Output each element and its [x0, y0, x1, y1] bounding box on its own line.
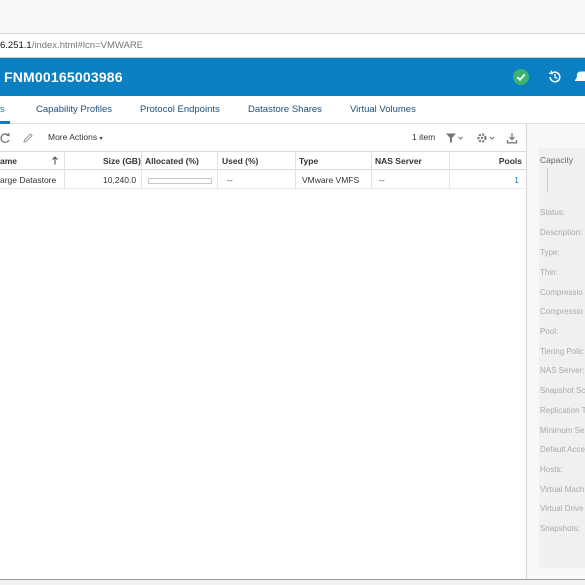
tab-datastore-shares[interactable]: Datastore Shares: [248, 104, 322, 115]
settings-icon[interactable]: [476, 131, 496, 149]
cell-size: 10,240.0: [103, 175, 137, 185]
notifications-icon[interactable]: [574, 69, 585, 85]
item-count: 1 item: [412, 132, 436, 142]
app-header: FNM00165003986: [0, 58, 585, 96]
cell-pools-link[interactable]: 1: [514, 175, 519, 185]
window-bottom-border: [0, 579, 585, 585]
tab-bar: s Capability Profiles Protocol Endpoints…: [0, 96, 585, 124]
edit-icon[interactable]: [22, 131, 34, 149]
detail-snapshots-label: Snapshots:: [540, 524, 581, 533]
page-title: FNM00165003986: [4, 69, 123, 85]
detail-nas-server-label: NAS Server:: [540, 366, 585, 375]
url-text[interactable]: 6.251.1/index.html#lcn=VMWARE: [0, 40, 143, 51]
chevron-down-icon: ▾: [99, 136, 103, 142]
col-header-used[interactable]: Used (%): [222, 156, 258, 166]
detail-tiering-policy-label: Tiering Polic: [540, 347, 584, 356]
table-row[interactable]: arge Datastore 10,240.0 -- VMware VMFS -…: [0, 170, 526, 189]
detail-thin-label: Thin:: [540, 268, 558, 277]
tab-datastores[interactable]: s: [0, 104, 5, 115]
detail-status-label: Status:: [540, 208, 565, 217]
url-host: 6.251.1: [0, 40, 32, 51]
allocated-progress-bar: [148, 178, 212, 184]
detail-compression-savings-label: Compressio: [540, 307, 583, 316]
detail-description-label: Description:: [540, 228, 583, 237]
cell-used: --: [227, 175, 233, 185]
detail-default-access-label: Default Acce: [540, 445, 585, 454]
status-ok-icon[interactable]: [513, 69, 529, 85]
table-body-empty-area: [0, 189, 526, 579]
tab-virtual-volumes[interactable]: Virtual Volumes: [350, 104, 416, 115]
capacity-label: Capacity: [540, 155, 574, 165]
detail-hosts-label: Hosts:: [540, 465, 563, 474]
refresh-icon[interactable]: [0, 131, 11, 149]
detail-compression-label: Compressio: [540, 288, 583, 297]
sort-ascending-icon[interactable]: [51, 156, 59, 167]
table-toolbar: More Actions ▾ 1 item: [0, 124, 526, 151]
col-header-size[interactable]: Size (GB): [103, 156, 141, 166]
capacity-chart-placeholder: [547, 168, 548, 192]
table-header: ame Size (GB) Allocated (%) Used (%) Typ…: [0, 151, 526, 190]
col-header-allocated[interactable]: Allocated (%): [145, 156, 199, 166]
col-header-name[interactable]: ame: [0, 156, 17, 166]
details-panel: Capacity Status: Description: Type: Thin…: [527, 124, 585, 579]
tab-protocol-endpoints[interactable]: Protocol Endpoints: [140, 104, 220, 115]
more-actions-label: More Actions: [48, 132, 98, 142]
cell-nas-server: --: [379, 175, 385, 185]
tab-capability-profiles[interactable]: Capability Profiles: [36, 104, 112, 115]
more-actions-menu[interactable]: More Actions ▾: [48, 132, 103, 142]
detail-virtual-drives-label: Virtual Drive: [540, 504, 584, 513]
detail-type-label: Type:: [540, 248, 560, 257]
cell-type: VMware VMFS: [302, 175, 360, 185]
detail-virtual-machines-label: Virtual Mach: [540, 485, 585, 494]
export-icon[interactable]: [506, 131, 518, 149]
detail-snapshot-schedule-label: Snapshot Sc: [540, 386, 585, 395]
col-header-type[interactable]: Type: [299, 156, 318, 166]
browser-top-strip: [0, 0, 585, 34]
history-icon[interactable]: [547, 69, 563, 85]
detail-pool-label: Pool:: [540, 327, 559, 336]
detail-minimum-size-label: Minimum Se: [540, 426, 585, 435]
detail-replication-label: Replication T: [540, 406, 585, 415]
col-header-pools[interactable]: Pools: [499, 156, 522, 166]
address-bar[interactable]: 6.251.1/index.html#lcn=VMWARE: [0, 34, 585, 58]
cell-name[interactable]: arge Datastore: [0, 175, 56, 185]
url-path: /index.html#lcn=VMWARE: [31, 40, 144, 51]
filter-icon[interactable]: [445, 131, 463, 149]
col-header-nas-server[interactable]: NAS Server: [375, 156, 422, 166]
